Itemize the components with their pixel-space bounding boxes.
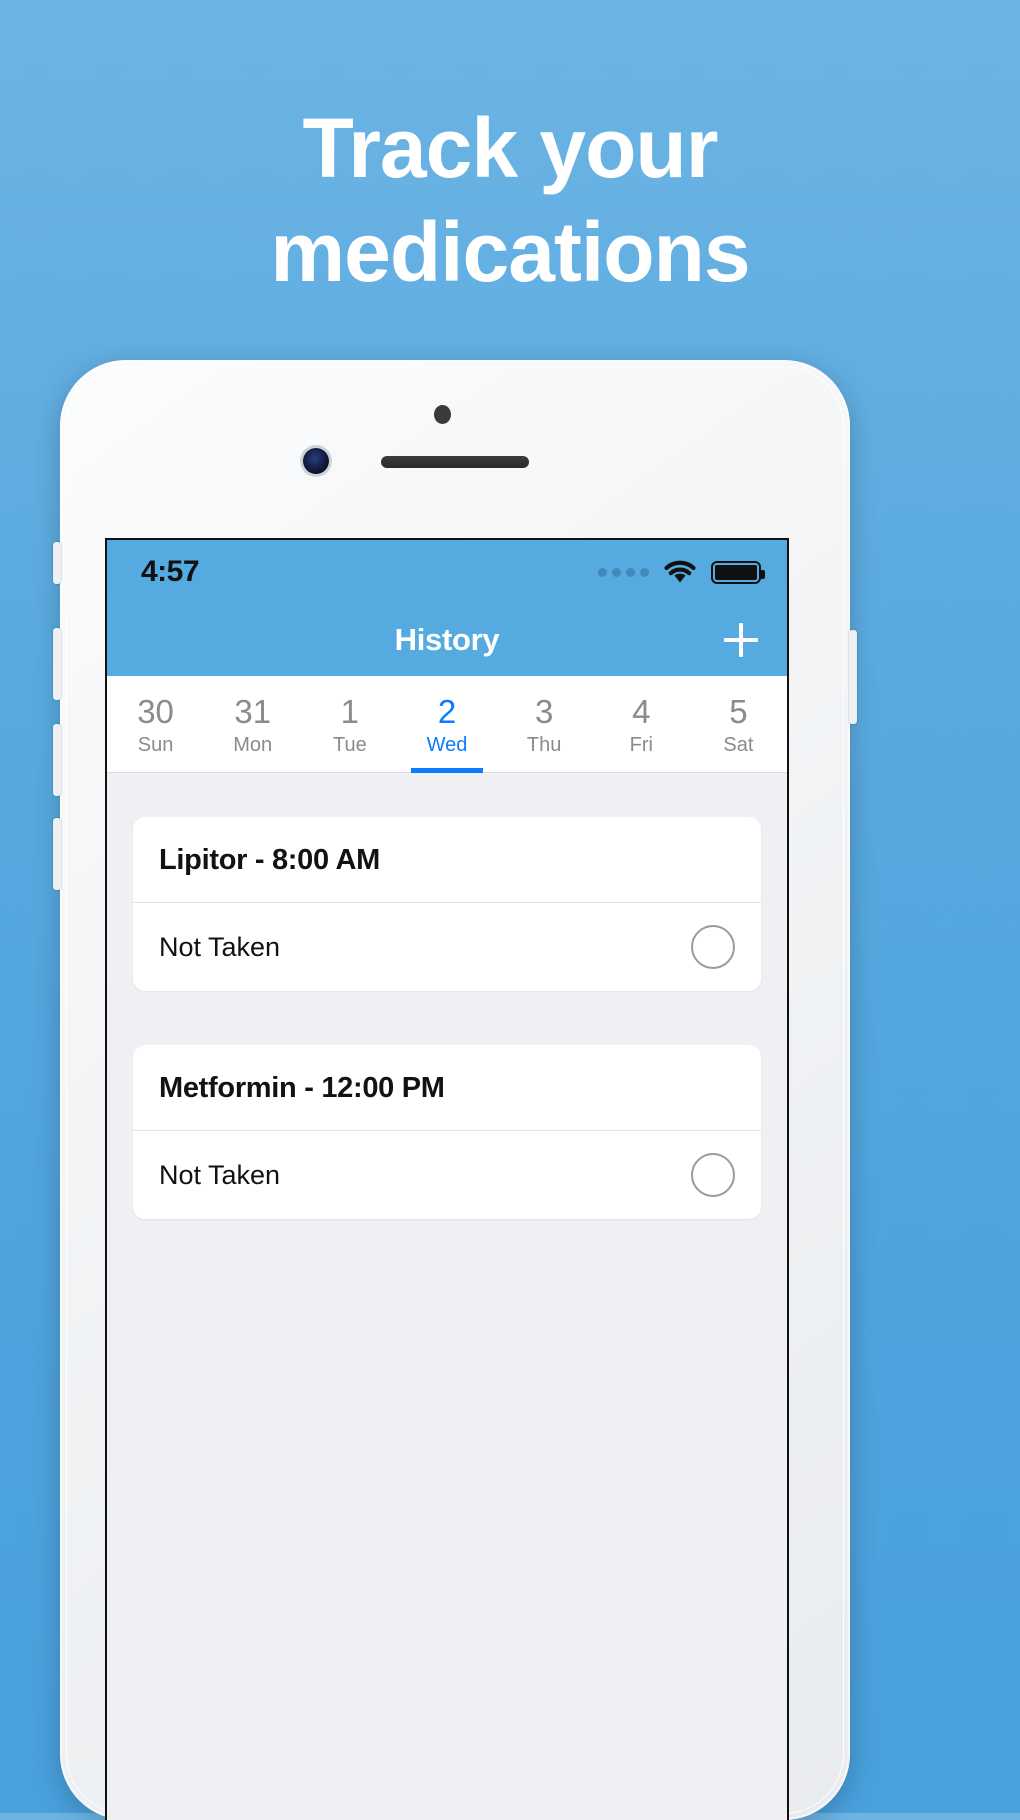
volume-down-button[interactable]	[53, 724, 61, 796]
date-cell-sun[interactable]: 30 Sun	[107, 676, 204, 772]
medication-status-label: Not Taken	[159, 931, 281, 962]
date-weekday: Sun	[137, 733, 174, 756]
volume-up-button[interactable]	[53, 628, 61, 700]
date-weekday: Mon	[233, 733, 273, 756]
status-bar-clock: 4:57	[141, 555, 200, 588]
date-number: 4	[632, 693, 651, 731]
page-title: History	[394, 622, 500, 657]
headline-line-1: Track your	[302, 101, 719, 195]
add-medication-button[interactable]	[719, 618, 763, 662]
phone-mockup: 4:57 History 30 Sun 31 Mon 1 Tue 2 Wed 3…	[53, 360, 857, 1820]
nav-bar: History	[107, 604, 787, 676]
date-number: 1	[340, 693, 360, 731]
power-button[interactable]	[849, 630, 857, 724]
date-weekday: Fri	[629, 733, 653, 756]
status-bar-indicators	[598, 560, 765, 585]
phone-screen: 4:57 History 30 Sun 31 Mon 1 Tue 2 Wed 3…	[105, 538, 789, 1820]
medication-title: Lipitor - 8:00 AM	[159, 844, 380, 876]
medication-status-label: Not Taken	[159, 1159, 281, 1190]
earpiece-speaker-icon	[381, 456, 529, 468]
empty-circle-icon[interactable]	[691, 925, 735, 969]
headline-line-2: medications	[270, 205, 750, 300]
marketing-headline: Track your medications	[0, 96, 1020, 304]
battery-full-icon	[711, 560, 765, 584]
date-cell-sat[interactable]: 5 Sat	[690, 676, 787, 772]
empty-circle-icon[interactable]	[691, 1153, 735, 1197]
date-number: 30	[137, 693, 174, 731]
week-date-strip: 30 Sun 31 Mon 1 Tue 2 Wed 3 Thu 4 Fri 5 …	[107, 676, 787, 773]
medication-card[interactable]: Lipitor - 8:00 AM Not Taken	[133, 817, 761, 991]
silent-switch-button[interactable]	[53, 542, 61, 584]
medication-list: Lipitor - 8:00 AM Not Taken Metformin - …	[107, 773, 787, 1219]
medication-card[interactable]: Metformin - 12:00 PM Not Taken	[133, 1045, 761, 1219]
volume-down-button-lower[interactable]	[53, 818, 61, 890]
date-cell-thu[interactable]: 3 Thu	[496, 676, 593, 772]
date-cell-wed-selected[interactable]: 2 Wed	[398, 676, 495, 772]
date-cell-fri[interactable]: 4 Fri	[593, 676, 690, 772]
date-cell-mon[interactable]: 31 Mon	[204, 676, 301, 772]
date-number: 31	[234, 693, 272, 731]
date-cell-tue[interactable]: 1 Tue	[301, 676, 398, 772]
medication-status-row[interactable]: Not Taken	[133, 1130, 761, 1219]
date-weekday: Sat	[723, 733, 754, 756]
date-weekday: Tue	[332, 733, 367, 756]
wifi-icon	[664, 560, 696, 582]
medication-title: Metformin - 12:00 PM	[159, 1072, 445, 1104]
proximity-sensor-icon	[434, 405, 451, 424]
date-weekday: Thu	[526, 733, 562, 756]
date-number: 5	[729, 693, 748, 731]
medication-status-row[interactable]: Not Taken	[133, 902, 761, 991]
date-number: 3	[534, 693, 554, 731]
date-weekday: Wed	[426, 733, 468, 756]
cellular-signal-icon	[598, 567, 649, 577]
status-bar: 4:57	[107, 540, 787, 604]
front-camera-icon	[303, 448, 329, 474]
date-number: 2	[437, 693, 457, 731]
